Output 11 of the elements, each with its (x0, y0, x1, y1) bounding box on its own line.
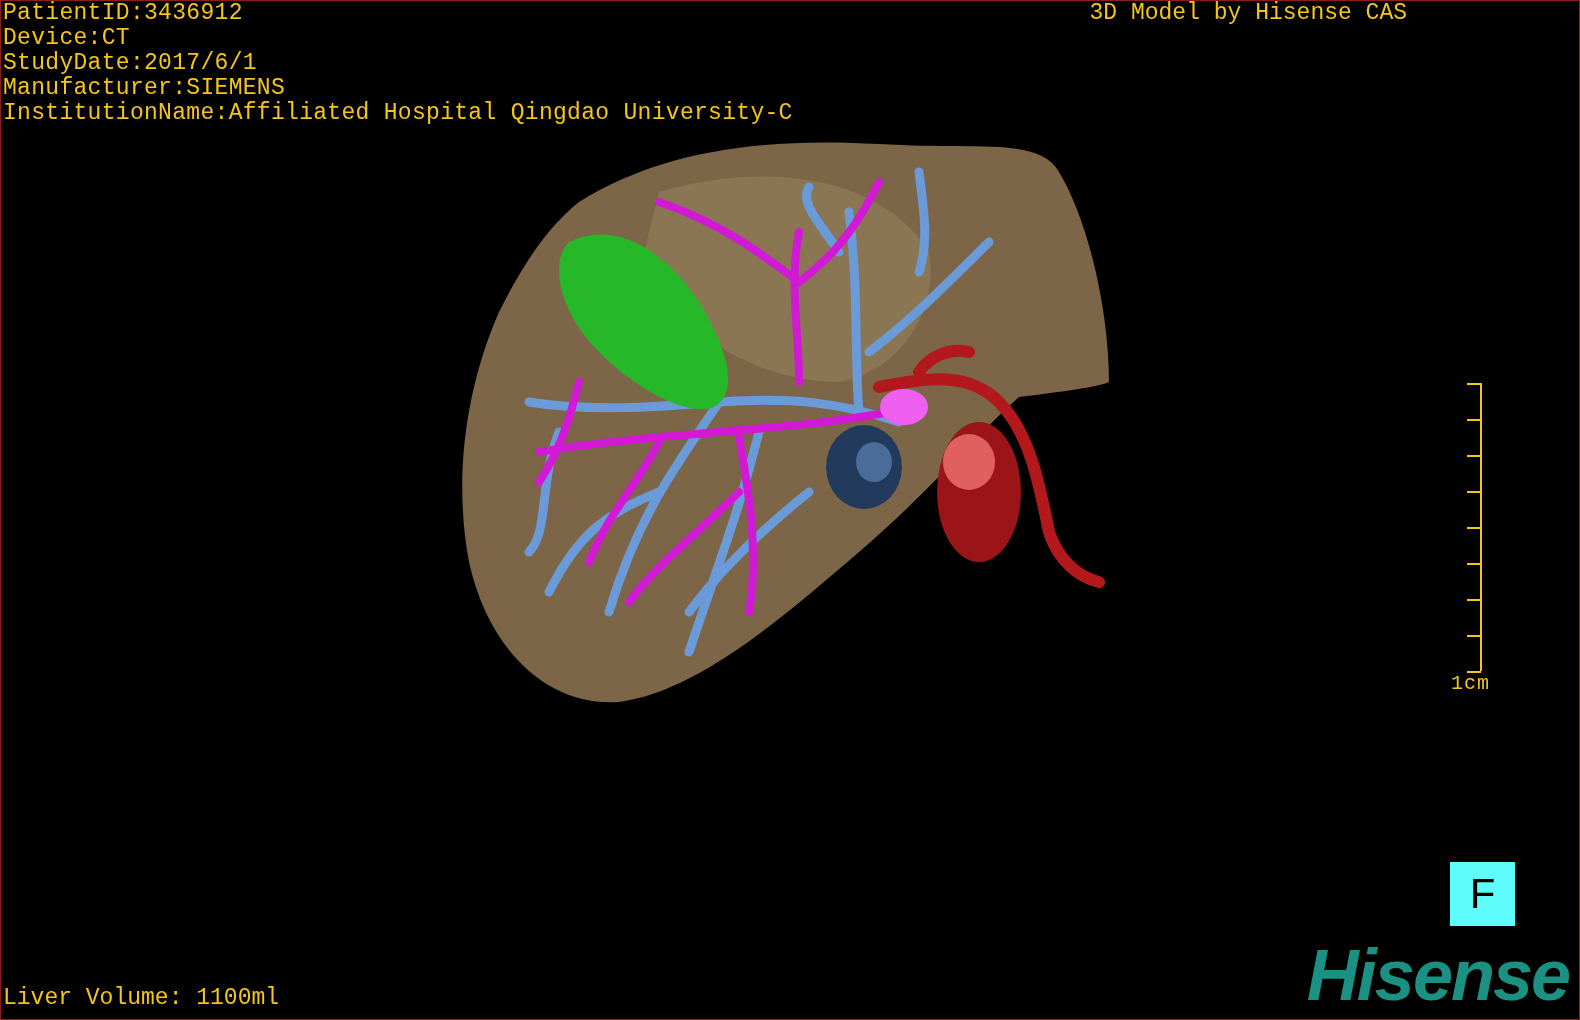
patient-info-text: Manufacturer:SIEMENS (3, 76, 287, 101)
patient-info-text: InstitutionName:Affiliated Hospital Qingdao University-C (3, 101, 793, 126)
scale-bar-icon (1466, 383, 1484, 673)
liver-volume-text: Liver Volume: 1100ml (3, 986, 280, 1011)
patient-info-text: StudyDate:2017/6/1 (3, 51, 258, 76)
scale-bar-label: 1cm (1451, 673, 1490, 695)
patient-info-text: PatientID:3436912 (3, 1, 244, 26)
patient-info-text: Device:CT (3, 26, 131, 51)
brand-logo: Hisense (1306, 935, 1570, 1015)
model-credit: 3D Model by Hisense CAS (1089, 1, 1407, 26)
orientation-marker: F (1450, 862, 1515, 926)
